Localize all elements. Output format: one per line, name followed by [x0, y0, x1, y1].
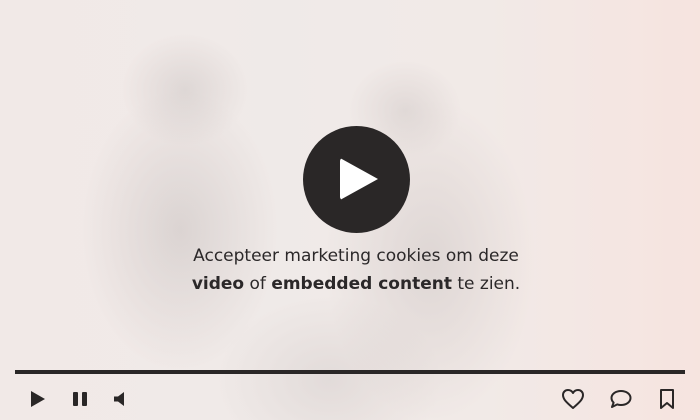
progress-bar[interactable]	[15, 370, 685, 374]
comment-icon	[610, 390, 632, 408]
bookmark-icon	[660, 389, 674, 409]
pause-icon	[73, 392, 87, 406]
volume-button[interactable]	[106, 385, 134, 413]
message-connector: of	[244, 274, 272, 294]
heart-icon	[562, 389, 584, 409]
cookie-consent-message: Accepteer marketing cookies om deze vide…	[0, 242, 700, 298]
video-player[interactable]: Accepteer marketing cookies om deze vide…	[0, 0, 700, 420]
bookmark-button[interactable]	[653, 385, 681, 413]
play-icon	[31, 391, 45, 407]
volume-icon	[114, 392, 124, 406]
control-bar	[0, 380, 700, 416]
play-icon	[340, 158, 378, 200]
message-bold-embedded: embedded content	[271, 274, 452, 294]
play-button[interactable]	[24, 385, 52, 413]
message-line-2: video of embedded content te zien.	[0, 270, 700, 298]
like-button[interactable]	[559, 385, 587, 413]
big-play-button[interactable]	[303, 126, 410, 233]
comment-button[interactable]	[607, 385, 635, 413]
message-end: te zien.	[451, 274, 521, 294]
pause-button[interactable]	[66, 385, 94, 413]
message-bold-video: video	[191, 274, 245, 294]
message-line-1: Accepteer marketing cookies om deze	[193, 246, 519, 266]
